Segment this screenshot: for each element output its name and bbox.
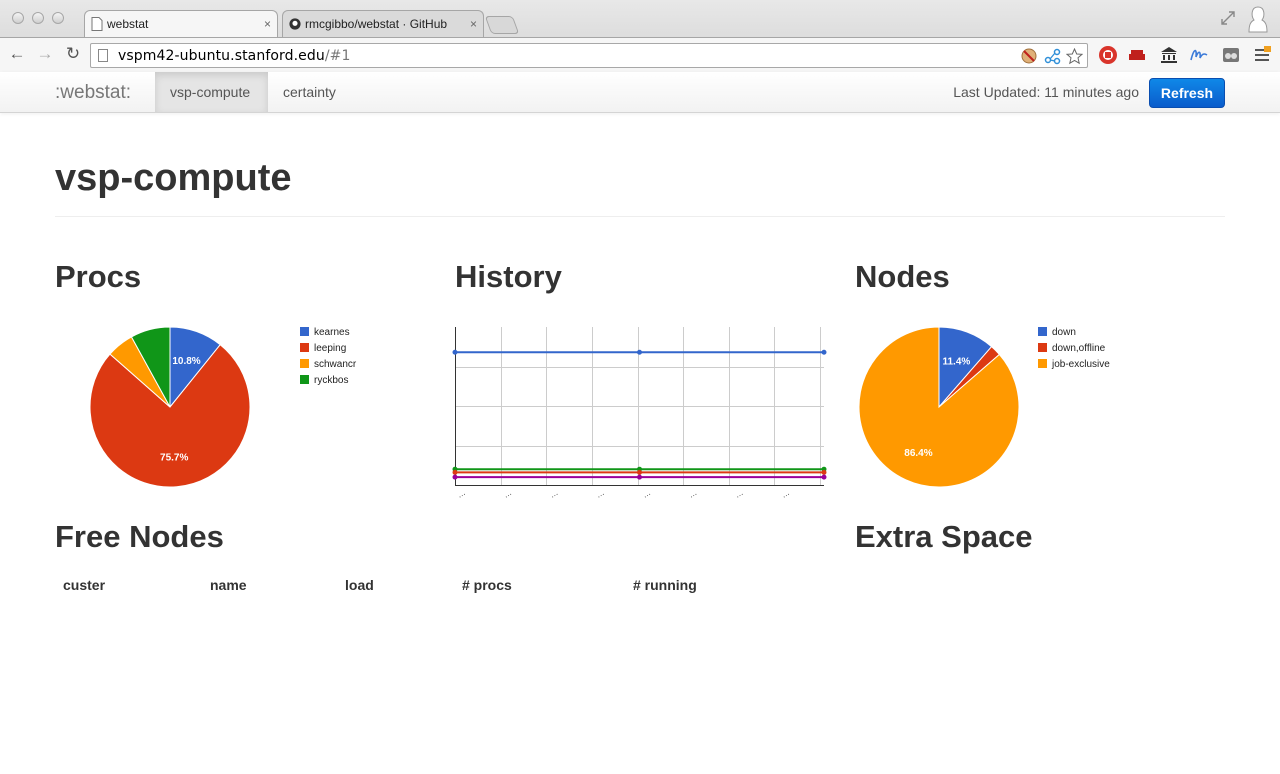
- share-network-icon[interactable]: [1044, 48, 1061, 65]
- sofa-extension-icon[interactable]: [1127, 45, 1147, 65]
- legend-swatch: [300, 375, 309, 384]
- legend-label: down,offline: [1052, 343, 1106, 354]
- reader-extension-icon[interactable]: [1221, 45, 1241, 65]
- nodes-pie-chart: 11.4% 86.4%: [858, 326, 1020, 488]
- title-divider: [55, 216, 1225, 217]
- bookmark-star-icon[interactable]: [1066, 48, 1083, 65]
- last-updated-text: Last Updated: 11 minutes ago: [953, 84, 1139, 100]
- tab-close-icon[interactable]: ×: [470, 11, 477, 37]
- page-icon: [98, 49, 108, 62]
- free-nodes-heading: Free Nodes: [55, 519, 224, 554]
- history-point[interactable]: [452, 349, 458, 355]
- column-header-name[interactable]: name: [210, 577, 247, 593]
- history-point[interactable]: [637, 474, 642, 480]
- history-x-tick-label: …: [456, 488, 467, 500]
- history-point[interactable]: [637, 349, 642, 355]
- browser-tab-github[interactable]: rmcgibbo/webstat · GitHub ×: [282, 10, 484, 37]
- profile-avatar-icon[interactable]: [1246, 4, 1270, 34]
- github-icon: [289, 18, 301, 30]
- history-x-tick-label: …: [502, 488, 513, 500]
- back-icon[interactable]: ←: [6, 43, 28, 65]
- history-point[interactable]: [821, 469, 827, 475]
- legend-swatch: [1038, 327, 1047, 336]
- legend-swatch: [300, 343, 309, 352]
- procs-pie-chart: 10.8% 75.7%: [89, 326, 251, 488]
- url-path: /#1: [324, 48, 351, 64]
- stop-extension-icon[interactable]: [1098, 45, 1118, 65]
- refresh-button[interactable]: Refresh: [1149, 78, 1225, 108]
- history-x-tick-label: …: [594, 488, 605, 500]
- new-tab-button[interactable]: [484, 16, 520, 34]
- url-host: vspm42-ubuntu.stanford.edu: [118, 48, 325, 64]
- legend-label: down: [1052, 327, 1076, 338]
- legend-swatch: [1038, 359, 1047, 368]
- column-header-load[interactable]: load: [345, 577, 374, 593]
- legend-label: ryckbos: [314, 375, 349, 386]
- reload-icon[interactable]: ↻: [62, 43, 84, 65]
- legend-label: leeping: [314, 343, 347, 354]
- nodes-heading: Nodes: [855, 259, 950, 294]
- history-heading: History: [455, 259, 562, 294]
- legend-swatch: [1038, 343, 1047, 352]
- legend-label: job-exclusive: [1052, 359, 1110, 370]
- tab-title: rmcgibbo/webstat · GitHub: [305, 17, 448, 31]
- legend-label: kearnes: [314, 327, 350, 338]
- window-close-button[interactable]: [12, 12, 24, 24]
- history-point[interactable]: [452, 469, 458, 475]
- column-header-custer[interactable]: custer: [63, 577, 105, 593]
- column-header-procs[interactable]: # procs: [462, 577, 512, 593]
- browser-chrome: webstat × rmcgibbo/webstat · GitHub × ← …: [0, 0, 1280, 72]
- window-minimize-button[interactable]: [32, 12, 44, 24]
- nav-tab-certainty[interactable]: certainty: [268, 72, 351, 112]
- procs-slice-label: 10.8%: [172, 356, 200, 367]
- extra-space-heading: Extra Space: [855, 519, 1033, 554]
- page-icon: [91, 17, 103, 31]
- history-point[interactable]: [821, 474, 827, 480]
- history-x-tick-label: …: [687, 488, 698, 500]
- history-x-tick-label: …: [641, 488, 652, 500]
- legend-swatch: [300, 327, 309, 336]
- nodes-slice-label: 11.4%: [942, 357, 970, 368]
- brand-logo[interactable]: :webstat:: [55, 82, 131, 104]
- address-bar[interactable]: vspm42-ubuntu.stanford.edu/#1: [90, 43, 1088, 68]
- history-x-tick-label: …: [548, 488, 559, 500]
- legend-label: schwancr: [314, 359, 357, 370]
- fullscreen-icon[interactable]: [1220, 10, 1236, 26]
- top-navbar: :webstat: vsp-compute certainty Last Upd…: [0, 72, 1280, 113]
- procs-heading: Procs: [55, 259, 142, 294]
- page-title: vsp-compute: [55, 157, 292, 199]
- history-point[interactable]: [637, 469, 642, 475]
- procs-slice-label: 75.7%: [160, 452, 188, 463]
- history-line-chart: … … … … … … … …: [452, 327, 827, 500]
- tab-title: webstat: [107, 17, 149, 31]
- window-zoom-button[interactable]: [52, 12, 64, 24]
- cookie-blocked-icon[interactable]: [1021, 48, 1038, 65]
- signature-extension-icon[interactable]: [1189, 45, 1209, 65]
- nav-tab-vsp-compute[interactable]: vsp-compute: [155, 72, 268, 112]
- url-text[interactable]: vspm42-ubuntu.stanford.edu/#1: [118, 48, 351, 64]
- history-point[interactable]: [452, 474, 458, 480]
- browser-toolbar: ← → ↻ vspm42-ubuntu.stanford.edu/#1: [0, 37, 1280, 72]
- nodes-slice-label: 86.4%: [904, 448, 932, 459]
- browser-tab-webstat[interactable]: webstat ×: [84, 10, 278, 37]
- legend-swatch: [300, 359, 309, 368]
- library-extension-icon[interactable]: [1159, 45, 1179, 65]
- history-x-tick-label: …: [780, 488, 791, 500]
- history-point[interactable]: [821, 349, 827, 355]
- forward-icon[interactable]: →: [34, 43, 56, 65]
- history-x-tick-label: …: [733, 488, 744, 500]
- menu-icon[interactable]: [1252, 45, 1272, 65]
- column-header-running[interactable]: # running: [633, 577, 697, 593]
- tab-close-icon[interactable]: ×: [264, 11, 271, 37]
